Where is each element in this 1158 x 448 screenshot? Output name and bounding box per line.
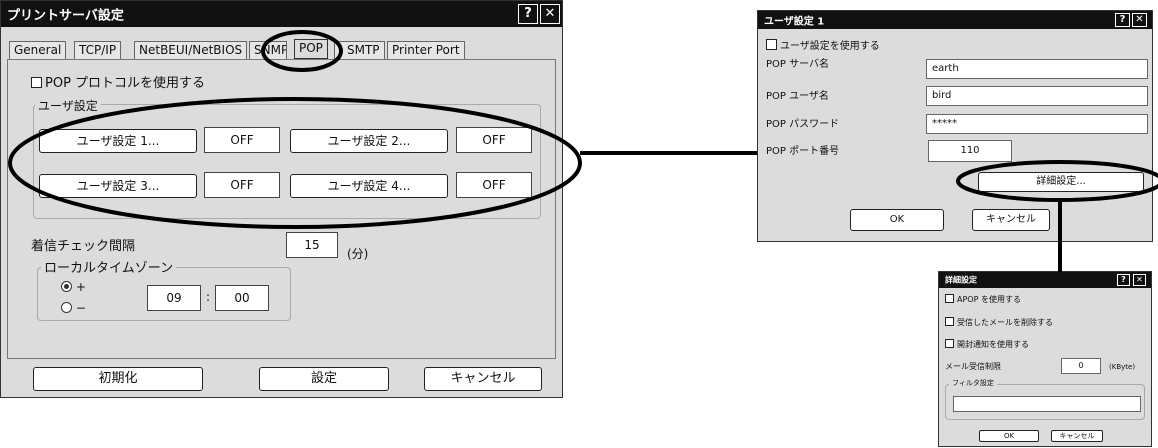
delete-mail-checkbox[interactable]: 受信したメールを削除する: [945, 317, 1053, 328]
print-server-titlebar: プリントサーバ設定 ? ✕: [1, 1, 562, 27]
close-button[interactable]: ✕: [540, 4, 560, 24]
timezone-plus-label: +: [75, 280, 86, 294]
radio-empty-icon: [61, 302, 72, 313]
set-button[interactable]: 設定: [259, 367, 389, 391]
filter-input[interactable]: [953, 396, 1141, 412]
user-setting-1-status: OFF: [204, 127, 280, 153]
pop-user-input[interactable]: bird: [926, 86, 1148, 106]
tab-pop[interactable]: POP: [294, 39, 328, 59]
tab-netbeui[interactable]: NetBEUI/NetBIOS: [134, 41, 248, 59]
tab-tcpip[interactable]: TCP/IP: [74, 41, 122, 59]
pop-user-label: POP ユーザ名: [766, 91, 829, 102]
timezone-minus-label: −: [75, 301, 86, 315]
user-settings-group: [33, 104, 541, 219]
tab-general[interactable]: General: [9, 41, 67, 59]
checkbox-box: [945, 294, 954, 303]
close-button[interactable]: ✕: [1132, 13, 1147, 27]
delete-mail-label: 受信したメールを削除する: [957, 318, 1053, 327]
receive-limit-unit: (KByte): [1109, 363, 1136, 371]
timezone-minus-radio[interactable]: −: [61, 301, 86, 315]
user-setting-4-button[interactable]: ユーザ設定 4...: [290, 174, 448, 198]
timezone-minutes-input[interactable]: 00: [215, 285, 269, 311]
check-interval-unit: (分): [347, 247, 369, 261]
apop-checkbox[interactable]: APOP を使用する: [945, 294, 1021, 305]
tab-snmp[interactable]: SNMP: [249, 41, 287, 59]
help-button[interactable]: ?: [1115, 13, 1130, 27]
pop-password-input[interactable]: *****: [926, 114, 1148, 134]
user-setting-3-button[interactable]: ユーザ設定 3...: [39, 174, 197, 198]
ok-button[interactable]: OK: [979, 430, 1039, 442]
user-setting-4-status: OFF: [456, 172, 532, 198]
timezone-group-title: ローカルタイムゾーン: [41, 257, 177, 276]
user-settings-titlebar: ユーザ設定 1 ? ✕: [758, 11, 1152, 29]
checkbox-box: [945, 317, 954, 326]
checkbox-box: [766, 39, 777, 50]
read-notify-label: 開封通知を使用する: [957, 340, 1029, 349]
detail-settings-title: 詳細設定: [945, 275, 977, 285]
receive-limit-input[interactable]: 0: [1061, 358, 1101, 374]
close-button[interactable]: ✕: [1133, 274, 1146, 286]
pop-server-label: POP サーバ名: [766, 59, 830, 70]
print-server-title: プリントサーバ設定: [7, 8, 124, 24]
timezone-plus-radio[interactable]: +: [61, 280, 86, 294]
ok-button[interactable]: OK: [850, 209, 944, 231]
detail-settings-button[interactable]: 詳細設定...: [978, 172, 1144, 192]
cancel-button[interactable]: キャンセル: [424, 367, 542, 391]
help-button[interactable]: ?: [1117, 274, 1130, 286]
pop-server-input[interactable]: earth: [926, 59, 1148, 79]
user-settings-dialog: ユーザ設定 1 ? ✕ ユーザ設定を使用する POP サーバ名 earth PO…: [757, 10, 1153, 242]
print-server-dialog: プリントサーバ設定 ? ✕ General TCP/IP NetBEUI/Net…: [0, 0, 563, 398]
detail-settings-titlebar: 詳細設定 ? ✕: [939, 272, 1151, 288]
check-interval-input[interactable]: 15: [286, 232, 338, 258]
tab-strip: General TCP/IP NetBEUI/NetBIOS SNMP POP …: [9, 39, 557, 59]
cancel-button[interactable]: キャンセル: [972, 209, 1050, 231]
init-button[interactable]: 初期化: [33, 367, 203, 391]
user-setting-3-status: OFF: [204, 172, 280, 198]
radio-selected-icon: [61, 281, 72, 292]
timezone-separator: :: [206, 290, 211, 304]
checkbox-box: [945, 339, 954, 348]
tab-smtp[interactable]: SMTP: [334, 41, 385, 59]
use-user-settings-label: ユーザ設定を使用する: [780, 41, 880, 52]
apop-label: APOP を使用する: [957, 295, 1021, 304]
pop-password-label: POP パスワード: [766, 119, 840, 130]
detail-settings-dialog: 詳細設定 ? ✕ APOP を使用する 受信したメールを削除する 開封通知を使用…: [938, 271, 1152, 447]
checkbox-box: [31, 77, 42, 88]
user-setting-2-status: OFF: [456, 127, 532, 153]
receive-limit-label: メール受信制限: [945, 362, 1001, 371]
check-interval-label: 着信チェック間隔: [31, 239, 136, 254]
tab-printer-port[interactable]: Printer Port: [387, 41, 465, 59]
user-settings-group-title: ユーザ設定: [35, 97, 101, 114]
use-pop-checkbox[interactable]: POP プロトコルを使用する: [31, 72, 205, 91]
use-pop-label: POP プロトコルを使用する: [45, 76, 206, 91]
cancel-button[interactable]: キャンセル: [1051, 430, 1103, 442]
read-notify-checkbox[interactable]: 開封通知を使用する: [945, 339, 1029, 350]
timezone-hours-input[interactable]: 09: [147, 285, 201, 311]
pop-port-label: POP ポート番号: [766, 146, 840, 157]
help-button[interactable]: ?: [518, 4, 538, 24]
use-user-settings-checkbox[interactable]: ユーザ設定を使用する: [766, 37, 880, 52]
user-settings-title: ユーザ設定 1: [764, 16, 825, 28]
user-setting-2-button[interactable]: ユーザ設定 2...: [290, 129, 448, 153]
user-setting-1-button[interactable]: ユーザ設定 1...: [39, 129, 197, 153]
pop-port-input[interactable]: 110: [928, 140, 1012, 162]
filter-group-title: フィルタ設定: [949, 378, 997, 388]
